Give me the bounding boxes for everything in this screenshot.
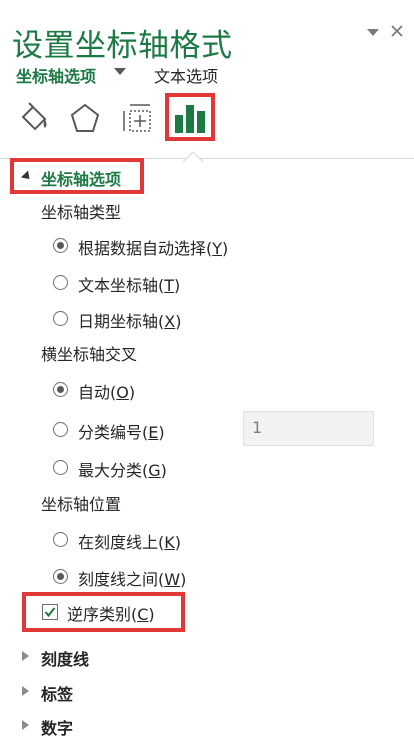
pane-title: 设置坐标轴格式 <box>12 28 233 64</box>
tab-dropdown-caret-icon[interactable] <box>114 68 126 75</box>
tab-axis-options[interactable]: 坐标轴选项 <box>16 63 96 87</box>
section-labels[interactable]: 标签 <box>41 681 73 705</box>
radio-cross-auto[interactable] <box>53 382 68 397</box>
radio-date-axis[interactable] <box>53 311 68 326</box>
radio-cross-auto-label[interactable]: 自动(O) <box>78 379 135 403</box>
expand-number-icon[interactable] <box>22 720 29 730</box>
radio-text-axis-label[interactable]: 文本坐标轴(T) <box>78 272 180 296</box>
fill-line-icon[interactable] <box>16 100 52 136</box>
radio-category-number[interactable] <box>53 422 68 437</box>
close-icon[interactable] <box>390 24 404 42</box>
radio-between-tick-marks[interactable] <box>53 569 68 584</box>
active-tab-notch <box>182 148 204 168</box>
crosses-label: 横坐标轴交叉 <box>41 345 138 364</box>
radio-auto-select[interactable] <box>53 238 68 253</box>
radio-category-number-label[interactable]: 分类编号(E) <box>78 419 165 443</box>
effects-pentagon-icon[interactable] <box>67 100 103 136</box>
chevron-down-icon[interactable] <box>366 26 380 42</box>
axis-type-label: 坐标轴类型 <box>41 203 122 222</box>
tab-text-options[interactable]: 文本选项 <box>154 63 218 87</box>
category-number-input[interactable]: 1 <box>243 411 374 446</box>
reverse-order-label[interactable]: 逆序类别(C) <box>67 601 155 625</box>
radio-on-tick-marks[interactable] <box>53 532 68 547</box>
section-number[interactable]: 数字 <box>41 715 73 739</box>
reverse-order-checkbox[interactable] <box>42 604 58 620</box>
checkmark-icon <box>44 607 56 618</box>
size-properties-icon[interactable] <box>120 100 156 136</box>
radio-date-axis-label[interactable]: 日期坐标轴(X) <box>78 308 181 332</box>
axis-position-label: 坐标轴位置 <box>41 495 122 514</box>
radio-max-category[interactable] <box>53 460 68 475</box>
radio-text-axis[interactable] <box>53 275 68 290</box>
radio-max-category-label[interactable]: 最大分类(G) <box>78 457 167 481</box>
expand-tick-marks-icon[interactable] <box>22 651 29 661</box>
radio-between-tick-marks-label[interactable]: 刻度线之间(W) <box>78 566 186 590</box>
axis-options-barchart-icon[interactable] <box>172 100 208 136</box>
section-tick-marks[interactable]: 刻度线 <box>41 646 89 670</box>
section-axis-options-title[interactable]: 坐标轴选项 <box>41 166 121 190</box>
radio-on-tick-marks-label[interactable]: 在刻度线上(K) <box>78 529 181 553</box>
expand-labels-icon[interactable] <box>22 686 29 696</box>
radio-auto-select-label[interactable]: 根据数据自动选择(Y) <box>78 235 228 259</box>
